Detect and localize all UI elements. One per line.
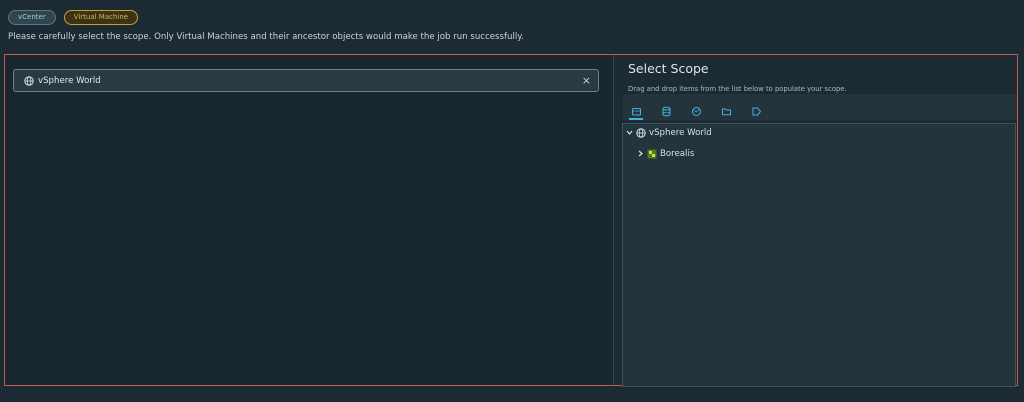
- filter-tags: vCenter Virtual Machine: [8, 10, 139, 25]
- tree-node-label: Borealis: [660, 149, 695, 159]
- select-scope-panel: Select Scope Drag and drop items from th…: [614, 55, 1017, 387]
- panel-subtitle: Drag and drop items from the list below …: [628, 85, 847, 93]
- scope-notice: Please carefully select the scope. Only …: [8, 32, 524, 42]
- panel-title: Select Scope: [628, 61, 709, 76]
- globe-icon: [636, 128, 646, 138]
- chevron-right-icon[interactable]: [637, 150, 645, 159]
- selected-scope-pane: vSphere World ×: [5, 55, 614, 385]
- chevron-down-icon[interactable]: [626, 129, 634, 138]
- folder-icon[interactable]: [719, 104, 733, 118]
- tag-virtual-machine[interactable]: Virtual Machine: [63, 10, 139, 25]
- tag-icon[interactable]: [749, 104, 763, 118]
- selected-scope-chip[interactable]: vSphere World ×: [13, 69, 599, 92]
- tree-node-label: vSphere World: [649, 128, 712, 138]
- tag-vcenter[interactable]: vCenter: [8, 10, 56, 25]
- inventory-tree: vSphere World Borealis: [622, 123, 1016, 387]
- network-icon[interactable]: [689, 104, 703, 118]
- datastore-icon[interactable]: [659, 104, 673, 118]
- selected-scope-label: vSphere World: [38, 75, 101, 86]
- datacenter-icon: [647, 149, 657, 159]
- inventory-toolbar: [629, 104, 763, 120]
- tree-node-vsphere-world[interactable]: vSphere World: [626, 128, 712, 138]
- globe-icon: [24, 75, 34, 86]
- hosts-clusters-icon[interactable]: [629, 104, 643, 120]
- scope-frame: vSphere World × Select Scope Drag and dr…: [4, 54, 1018, 387]
- close-icon[interactable]: ×: [582, 74, 591, 87]
- tree-node-borealis[interactable]: Borealis: [637, 149, 694, 159]
